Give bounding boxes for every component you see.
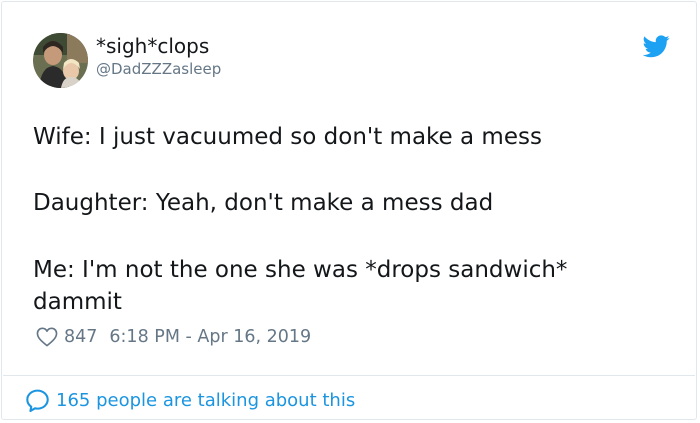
heart-icon[interactable] [36, 327, 58, 347]
tweet-text-line: dammit [33, 289, 122, 315]
twitter-bird-icon[interactable] [643, 35, 670, 58]
avatar-photo [33, 33, 88, 88]
avatar[interactable] [33, 33, 88, 88]
author-display-name[interactable]: *sigh*clops [96, 33, 209, 59]
divider [3, 375, 695, 376]
like-count[interactable]: 847 [64, 327, 97, 347]
author-handle[interactable]: @DadZZZasleep [96, 59, 221, 79]
tweet-text-line: Wife: I just vacuumed so don't make a me… [33, 124, 542, 150]
embedded-tweet-card: *sigh*clops @DadZZZasleep Wife: I just v… [1, 1, 697, 420]
tweet-meta: 847 6:18 PM - Apr 16, 2019 [33, 324, 311, 350]
speech-bubble-icon [26, 389, 49, 412]
conversation-link[interactable]: 165 people are talking about this [25, 386, 355, 414]
tweet-timestamp[interactable]: 6:18 PM - Apr 16, 2019 [109, 327, 311, 347]
tweet-text-line: Me: I'm not the one she was *drops sandw… [33, 257, 568, 283]
tweet-text-line: Daughter: Yeah, don't make a mess dad [33, 190, 494, 216]
conversation-link-text[interactable]: 165 people are talking about this [56, 390, 355, 411]
